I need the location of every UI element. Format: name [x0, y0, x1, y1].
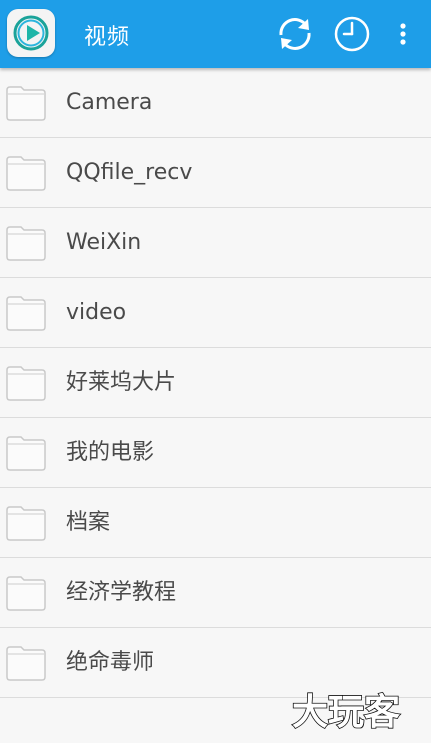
folder-icon	[5, 85, 47, 121]
folder-label: Camera	[66, 90, 153, 115]
folder-row[interactable]: 我的电影	[0, 418, 431, 488]
folder-label: WeiXin	[66, 230, 142, 255]
folder-icon	[5, 155, 47, 191]
folder-label: video	[66, 300, 127, 325]
folder-label: 档案	[66, 510, 111, 535]
clock-icon	[334, 16, 370, 52]
svg-text:大玩客: 大玩客	[292, 692, 400, 732]
folder-icon	[5, 575, 47, 611]
app-logo-icon[interactable]	[7, 9, 55, 57]
folder-label: 我的电影	[66, 440, 155, 465]
folder-icon	[5, 645, 47, 681]
folder-row[interactable]: 经济学教程	[0, 558, 431, 628]
folder-row[interactable]: video	[0, 278, 431, 348]
folder-label: 好莱坞大片	[66, 370, 177, 395]
folder-row[interactable]: WeiXin	[0, 208, 431, 278]
folder-row[interactable]: QQfile_recv	[0, 138, 431, 208]
folder-icon	[5, 365, 47, 401]
refresh-icon	[279, 18, 311, 50]
folder-label: QQfile_recv	[66, 160, 193, 185]
watermark-logo: 大玩客	[290, 688, 425, 734]
folder-row[interactable]: 档案	[0, 488, 431, 558]
app-bar: 视频	[0, 0, 431, 68]
overflow-menu-button[interactable]	[384, 14, 420, 54]
folder-icon	[5, 505, 47, 541]
folder-label: 经济学教程	[66, 580, 177, 605]
folder-list: Camera QQfile_recv WeiXin video 好莱坞大片我的电影档案经…	[0, 68, 431, 698]
folder-icon	[5, 225, 47, 261]
folder-row[interactable]: Camera	[0, 68, 431, 138]
more-vert-icon	[400, 23, 406, 45]
refresh-button[interactable]	[275, 14, 315, 54]
folder-icon	[5, 295, 47, 331]
folder-icon	[5, 435, 47, 471]
history-button[interactable]	[332, 14, 372, 54]
page-title: 视频	[84, 25, 131, 50]
folder-row[interactable]: 好莱坞大片	[0, 348, 431, 418]
folder-label: 绝命毒师	[66, 650, 155, 675]
